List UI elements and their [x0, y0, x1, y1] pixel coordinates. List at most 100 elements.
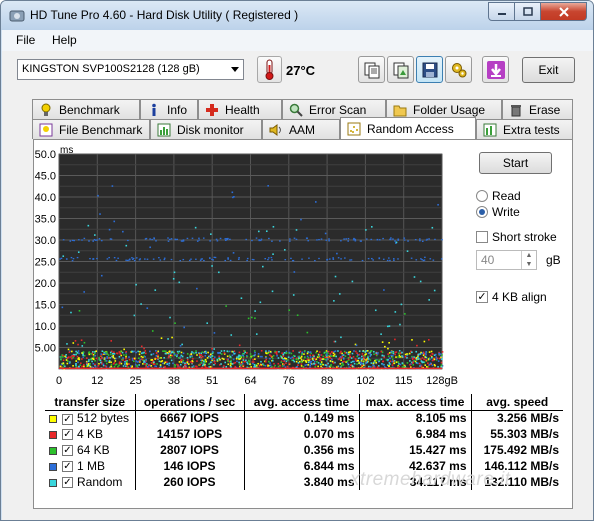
data-point [104, 358, 107, 360]
data-point [329, 352, 332, 355]
data-point [152, 258, 155, 260]
data-point [320, 361, 323, 363]
short-stroke-spinner[interactable]: 40 ▲ ▼ [476, 250, 537, 270]
data-point [268, 360, 270, 363]
data-point [187, 363, 190, 365]
data-point [94, 359, 96, 362]
data-point [219, 358, 221, 361]
data-point [398, 363, 400, 365]
data-point [387, 347, 389, 350]
data-point [137, 350, 140, 353]
data-point [391, 364, 394, 366]
data-point [381, 341, 384, 343]
data-point [425, 239, 428, 241]
data-point [76, 256, 79, 259]
data-point [317, 362, 320, 364]
data-point [337, 350, 339, 352]
spin-up-icon[interactable]: ▲ [521, 251, 536, 260]
data-point [196, 287, 198, 290]
data-point [157, 350, 159, 353]
data-point [283, 249, 286, 251]
data-point [221, 357, 224, 360]
data-point [398, 354, 401, 357]
data-point [254, 364, 256, 367]
series-color-swatch [49, 478, 57, 487]
data-point [94, 363, 96, 366]
data-point [204, 350, 207, 353]
data-point [224, 259, 227, 262]
data-point [240, 361, 243, 363]
data-point [332, 257, 334, 259]
series-color-swatch [49, 415, 57, 424]
series-checkbox[interactable]: ✓ [62, 461, 73, 473]
spin-down-icon[interactable]: ▼ [521, 260, 536, 269]
data-point [69, 240, 72, 242]
series-checkbox[interactable]: ✓ [62, 429, 73, 441]
data-point [340, 350, 342, 353]
data-point [165, 352, 167, 355]
data-point [94, 234, 96, 236]
data-point [257, 362, 259, 365]
data-point [324, 232, 327, 235]
series-checkbox[interactable]: ✓ [62, 477, 73, 489]
data-point [282, 355, 285, 357]
data-point [238, 351, 241, 354]
data-point [183, 326, 186, 329]
data-point [334, 350, 337, 352]
data-point [88, 364, 91, 367]
data-point [89, 358, 92, 361]
data-point [220, 353, 223, 355]
data-point [181, 355, 184, 358]
data-point [163, 257, 166, 259]
max-access-value: 8.105 ms [358, 410, 471, 426]
data-point [225, 238, 228, 240]
write-radio[interactable] [476, 206, 488, 218]
data-point [370, 238, 373, 241]
data-point [154, 365, 156, 367]
data-point [91, 360, 93, 363]
data-point [259, 239, 262, 242]
data-point [71, 350, 73, 353]
y-tick-label: 15.0 [35, 300, 56, 312]
data-point [140, 355, 143, 358]
data-point [268, 350, 270, 352]
read-radio[interactable] [476, 190, 488, 202]
data-point [292, 294, 295, 296]
read-label: Read [492, 189, 521, 203]
data-point [274, 364, 276, 367]
data-point [353, 362, 356, 365]
series-checkbox[interactable]: ✓ [62, 445, 73, 457]
data-point [350, 259, 353, 261]
data-point [362, 358, 365, 361]
data-point [139, 359, 142, 361]
start-button[interactable]: Start [479, 152, 552, 174]
data-point [441, 358, 443, 361]
align-checkbox[interactable]: ✓ [476, 291, 488, 303]
short-stroke-checkbox[interactable] [476, 231, 488, 243]
data-point [225, 365, 228, 368]
data-point [358, 362, 360, 364]
data-point [417, 362, 419, 365]
data-point [279, 365, 281, 367]
data-point [423, 340, 426, 343]
data-point [198, 356, 201, 359]
series-color-swatch [49, 462, 57, 471]
data-point [344, 257, 346, 259]
data-point [105, 360, 108, 362]
data-point [73, 355, 75, 358]
data-point [378, 257, 381, 260]
data-point [139, 350, 141, 353]
data-point [316, 239, 318, 241]
series-checkbox[interactable]: ✓ [62, 413, 73, 425]
data-point [381, 354, 384, 357]
data-point [248, 359, 250, 362]
data-point [390, 350, 393, 353]
data-point [168, 364, 170, 367]
data-point [246, 361, 248, 364]
data-point [411, 339, 413, 341]
table-row: ✓ 4 KB 14157 IOPS 0.070 ms 6.984 ms 55.303 MB… [45, 426, 563, 442]
data-point [64, 355, 66, 358]
avg-access-value: 0.356 ms [243, 442, 359, 458]
tab-random-access[interactable]: Random Access [340, 117, 476, 139]
data-point [201, 351, 204, 354]
